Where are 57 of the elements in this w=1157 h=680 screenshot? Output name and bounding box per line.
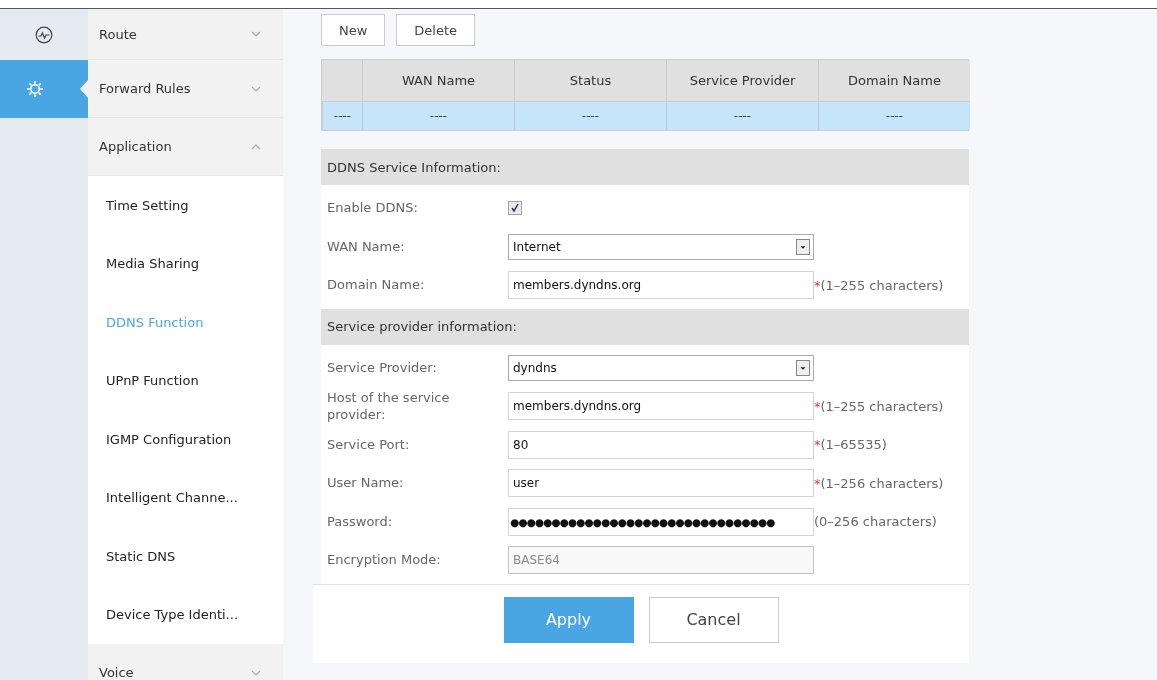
field-label: Service Port:: [326, 435, 411, 454]
input-field[interactable]: members.dyndns.org: [508, 392, 814, 421]
field-label: User Name:: [326, 474, 405, 492]
chevron-down-icon: [251, 31, 261, 37]
column-header: Domain Name: [818, 60, 970, 101]
caret-icon: [796, 359, 810, 376]
field-hint: (1–255 characters): [820, 277, 944, 293]
section-header: Service provider information:: [321, 308, 969, 345]
section-header: DDNS Service Information:: [321, 149, 969, 185]
chevron-up-icon: [251, 143, 261, 150]
menu-item[interactable]: Device Type Identi...: [88, 585, 283, 644]
field-label: Enable DDNS:: [326, 199, 419, 217]
new-button[interactable]: New: [321, 14, 386, 46]
required-mark: *: [814, 398, 821, 414]
column-header: WAN Name: [362, 60, 514, 101]
column-header: [322, 60, 362, 101]
settings-icon: [26, 80, 44, 98]
nav-rail-item[interactable]: [0, 60, 88, 118]
dropdown[interactable]: dyndns: [508, 354, 814, 381]
column-header: Status: [514, 60, 666, 101]
table-cell: ----: [666, 101, 818, 130]
field-hint: (1–255 characters): [820, 398, 944, 414]
menu-item[interactable]: Intelligent Channe...: [88, 468, 283, 527]
table-cell: ----: [362, 101, 514, 130]
field-hint: (1–256 characters): [820, 475, 944, 491]
field-hint: (1–65535): [820, 437, 887, 453]
table-cell: ----: [818, 101, 970, 130]
input-field[interactable]: 80: [508, 430, 814, 459]
field-label: Domain Name:: [326, 276, 426, 294]
menu-item[interactable]: Time Setting: [88, 176, 283, 235]
password-field[interactable]: ●●●●●●●●●●●●●●●●●●●●●●●●●●●●●●●●: [508, 507, 814, 536]
delete-button[interactable]: Delete: [396, 14, 476, 46]
field-label: Host of the service provider:: [326, 388, 451, 424]
dropdown[interactable]: Internet: [508, 233, 814, 260]
field-label: Encryption Mode:: [326, 551, 442, 569]
field-label: WAN Name:: [326, 237, 406, 256]
checkbox[interactable]: [508, 201, 522, 216]
cancel-button[interactable]: Cancel: [648, 596, 779, 643]
menu-item[interactable]: IGMP Configuration: [88, 410, 283, 469]
required-mark: *: [814, 475, 821, 491]
column-header: Service Provider: [666, 60, 818, 101]
pulse-icon: [35, 25, 53, 44]
required-mark: *: [814, 277, 821, 293]
input-field[interactable]: members.dyndns.org: [508, 271, 814, 300]
field-hint: (0–256 characters): [814, 514, 937, 530]
caret-icon: [796, 238, 810, 255]
table-cell: ----: [514, 101, 666, 130]
field-label: Service Provider:: [326, 358, 438, 377]
chevron-down-icon: [251, 85, 261, 92]
menu-item[interactable]: Media Sharing: [88, 234, 283, 293]
required-mark: *: [814, 437, 821, 453]
table-cell: ----: [322, 101, 362, 130]
menu-item[interactable]: Static DNS: [88, 527, 283, 586]
menu-item[interactable]: UPnP Function: [88, 351, 283, 410]
field-label: Password:: [326, 512, 394, 531]
input-field[interactable]: user: [508, 469, 814, 498]
chevron-down-icon: [251, 669, 261, 676]
